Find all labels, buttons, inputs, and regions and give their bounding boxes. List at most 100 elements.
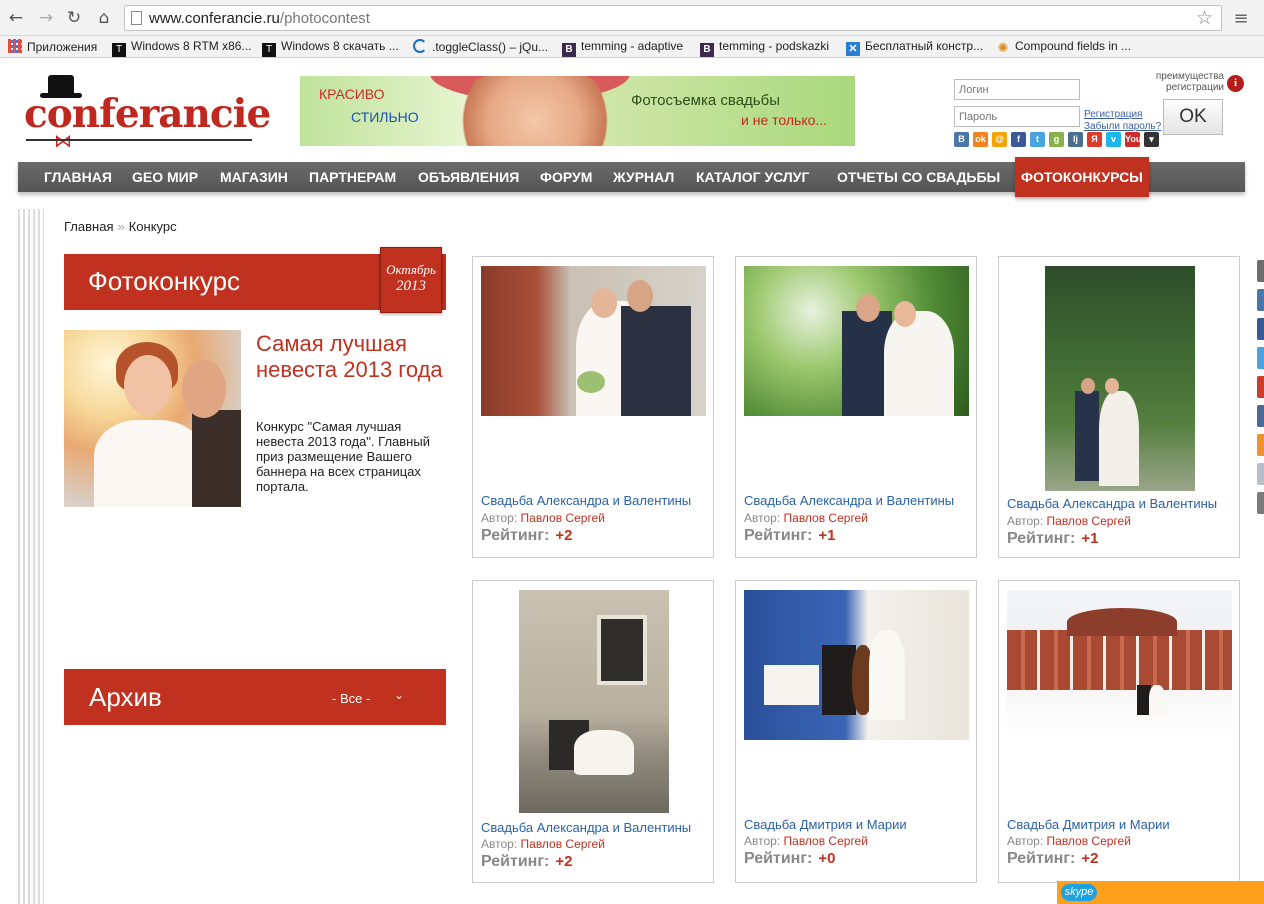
login-input[interactable]	[954, 79, 1080, 100]
nav-journal[interactable]: ЖУРНАЛ	[613, 162, 674, 192]
share-button[interactable]	[1257, 463, 1264, 485]
photo-window	[597, 615, 647, 685]
breadcrumb-separator: »	[117, 219, 125, 234]
card-title[interactable]: Свадьба Александра и Валентины	[1007, 496, 1217, 511]
yandex-icon[interactable]: Я	[1087, 132, 1102, 147]
share-button[interactable]	[1257, 492, 1264, 514]
archive-filter-select[interactable]: - Все -	[332, 691, 370, 706]
google-icon[interactable]: g	[1049, 132, 1064, 147]
youtube-icon[interactable]: You	[1125, 132, 1141, 147]
bookmark-temming-adaptive[interactable]: Btemming - adaptive	[562, 39, 684, 57]
author-label: Автор:	[1007, 514, 1044, 528]
password-input[interactable]	[954, 106, 1080, 127]
photo-card[interactable]: Свадьба Александра и Валентины Автор: Па…	[735, 256, 977, 558]
card-title[interactable]: Свадьба Александра и Валентины	[481, 493, 691, 508]
card-photo[interactable]	[744, 266, 969, 416]
nav-shop[interactable]: МАГАЗИН	[220, 162, 288, 192]
banner-text-beautiful: КРАСИВО	[319, 86, 385, 102]
author-name-link[interactable]: Павлов Сергей	[784, 511, 868, 525]
rating-label: Рейтинг:	[744, 850, 813, 867]
register-link[interactable]: Регистрация	[1084, 109, 1142, 120]
twitter-icon[interactable]: t	[1030, 132, 1045, 147]
banner-text-wedding-photo: Фотосъемка свадьбы	[631, 92, 780, 109]
author-name-link[interactable]: Павлов Сергей	[521, 511, 605, 525]
card-title[interactable]: Свадьба Александра и Валентины	[744, 493, 954, 508]
ad-banner[interactable]: КРАСИВО СТИЛЬНО Фотосъемка свадьбы и не …	[300, 76, 855, 146]
card-title[interactable]: Свадьба Дмитрия и Марии	[1007, 817, 1170, 832]
share-button[interactable]	[1257, 318, 1264, 340]
address-bar[interactable]: www.conferancie.ru/photocontest ☆	[124, 5, 1222, 31]
photo-card[interactable]: Свадьба Дмитрия и Марии Автор: Павлов Се…	[735, 580, 977, 883]
nav-photocontests[interactable]: ФОТОКОНКУРСЫ	[1015, 157, 1149, 197]
nav-forum[interactable]: ФОРУМ	[540, 162, 592, 192]
bow-tie-icon: ⋈	[54, 131, 72, 152]
author-name-link[interactable]: Павлов Сергей	[784, 834, 868, 848]
author-name-link[interactable]: Павлов Сергей	[1047, 514, 1131, 528]
reload-icon[interactable]: ↻	[64, 8, 84, 28]
photo-dress	[574, 730, 634, 775]
photo-card[interactable]: Свадьба Александра и Валентины Автор: Па…	[472, 256, 714, 558]
bookmark-windows8-download[interactable]: T Windows 8 скачать ...	[262, 39, 399, 57]
forgot-password-link[interactable]: Забыли пароль?	[1084, 121, 1161, 132]
facebook-icon[interactable]: f	[1011, 132, 1026, 147]
featured-contest-photo[interactable]	[64, 330, 241, 507]
photo-card[interactable]: Свадьба Дмитрия и Марии Автор: Павлов Се…	[998, 580, 1240, 883]
mail-icon[interactable]: @	[992, 132, 1007, 147]
info-icon[interactable]: i	[1227, 75, 1244, 92]
home-icon[interactable]: ⌂	[94, 8, 114, 28]
featured-contest-title[interactable]: Самая лучшая невеста 2013 года	[256, 331, 446, 383]
back-arrow-icon[interactable]: ←	[6, 8, 26, 28]
bookmark-free-constructor[interactable]: ✕ Бесплатный констр...	[846, 39, 983, 56]
site-logo[interactable]: conferancie ⋈	[22, 73, 271, 152]
card-title[interactable]: Свадьба Александра и Валентины	[481, 820, 691, 835]
card-author: Автор: Павлов Сергей	[1007, 514, 1131, 528]
login-panel: Регистрация Забыли пароль? OK преимущест…	[950, 69, 1250, 154]
nav-ads[interactable]: ОБЪЯВЛЕНИЯ	[418, 162, 519, 192]
card-photo[interactable]	[1045, 266, 1195, 491]
author-name-link[interactable]: Павлов Сергей	[521, 837, 605, 851]
login-ok-button[interactable]: OK	[1163, 99, 1223, 135]
photo-bouquet	[577, 371, 605, 393]
browser-menu-icon[interactable]: ≡	[1232, 8, 1250, 29]
nav-partners[interactable]: ПАРТНЕРАМ	[309, 162, 396, 192]
bookmark-star-icon[interactable]: ☆	[1196, 7, 1213, 29]
share-button[interactable]	[1257, 260, 1264, 282]
forward-arrow-icon[interactable]: →	[36, 8, 56, 28]
bookmark-windows8-rtm[interactable]: T Windows 8 RTM x86...	[112, 39, 251, 57]
nav-home[interactable]: ГЛАВНАЯ	[44, 162, 112, 192]
livejournal-icon[interactable]: lj	[1068, 132, 1083, 147]
nav-geo-world[interactable]: GEO МИР	[132, 162, 198, 192]
share-button[interactable]	[1257, 405, 1264, 427]
skype-bar[interactable]: skype	[1057, 881, 1264, 904]
share-button[interactable]	[1257, 434, 1264, 456]
vk-icon[interactable]: B	[954, 132, 969, 147]
odnoklassniki-icon[interactable]: ok	[973, 132, 988, 147]
bookmark-toggleclass[interactable]: .toggleClass() – jQu...	[413, 39, 548, 55]
chevron-down-icon[interactable]: ⌄	[394, 688, 404, 702]
registration-benefits[interactable]: преимущества регистрации	[1146, 71, 1224, 93]
bookmark-label: temming - adaptive	[581, 39, 684, 53]
share-button[interactable]	[1257, 376, 1264, 398]
share-button[interactable]	[1257, 347, 1264, 369]
nav-services[interactable]: КАТАЛОГ УСЛУГ	[696, 162, 809, 192]
more-social-icon[interactable]: ▾	[1144, 132, 1159, 147]
bookmark-apps[interactable]: Приложения	[8, 39, 97, 55]
photo-card[interactable]: Свадьба Александра и Валентины Автор: Па…	[472, 580, 714, 883]
card-photo[interactable]	[1007, 590, 1232, 740]
photo-dress	[1149, 685, 1165, 717]
card-photo[interactable]	[481, 266, 706, 416]
card-title[interactable]: Свадьба Дмитрия и Марии	[744, 817, 907, 832]
photo-card[interactable]: Свадьба Александра и Валентины Автор: Па…	[998, 256, 1240, 558]
card-photo[interactable]	[744, 590, 969, 740]
share-button[interactable]	[1257, 289, 1264, 311]
nav-reports[interactable]: ОТЧЕТЫ СО СВАДЬБЫ	[837, 162, 1000, 192]
breadcrumb-home-link[interactable]: Главная	[64, 219, 113, 234]
card-photo[interactable]	[519, 590, 669, 813]
bookmark-compound-fields[interactable]: ✺ Compound fields in ...	[996, 39, 1132, 55]
photo-palace	[1007, 630, 1232, 690]
photo-dress	[94, 420, 204, 507]
rating-value: +2	[1081, 850, 1099, 867]
author-name-link[interactable]: Павлов Сергей	[1047, 834, 1131, 848]
bookmark-temming-podskazki[interactable]: Btemming - podskazki	[700, 39, 829, 57]
vimeo-icon[interactable]: v	[1106, 132, 1121, 147]
